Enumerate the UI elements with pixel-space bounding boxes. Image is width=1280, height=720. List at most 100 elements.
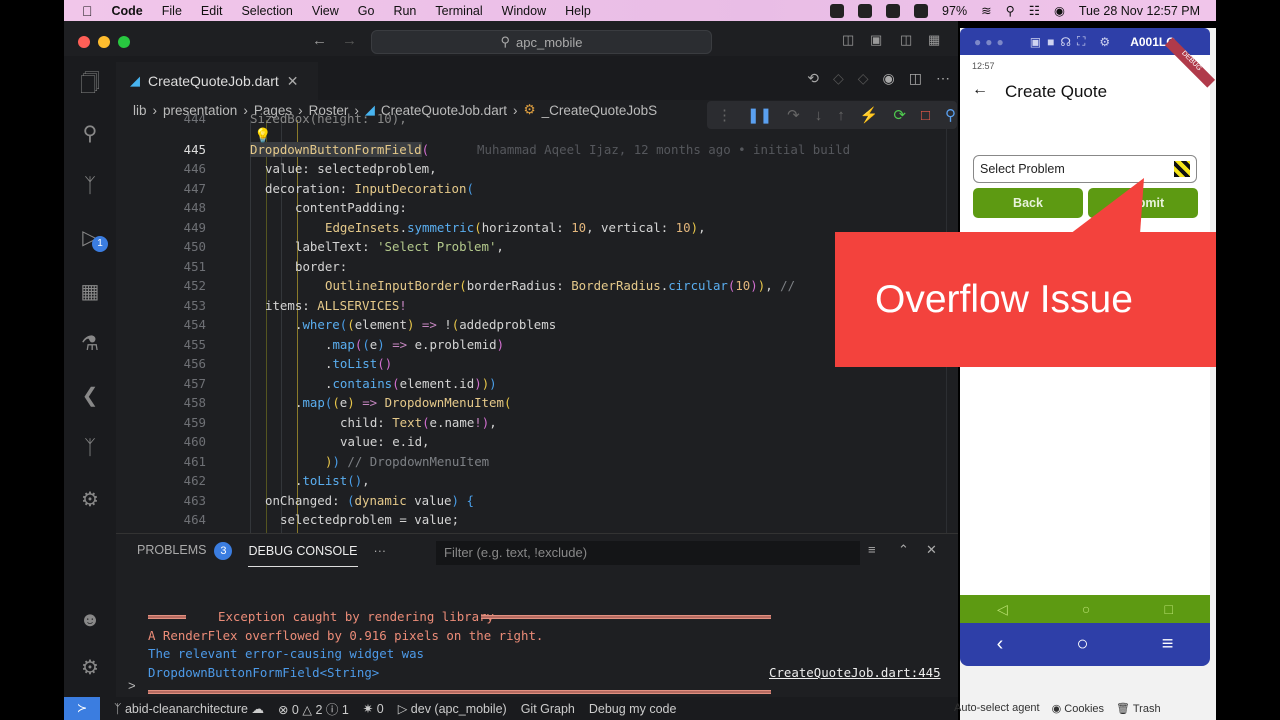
run-debug-icon[interactable]: ▷ 1 [78,226,108,252]
stop-icon[interactable]: □ [921,107,930,124]
code-line[interactable]: 445 DropdownButtonFormField(Muhammad Aqee… [116,140,946,160]
nav-back-icon[interactable]: ◁ [997,601,1008,618]
input-source-icon[interactable] [914,3,929,18]
remote-explorer-icon[interactable]: ⚙ [78,488,102,512]
source-link[interactable]: CreateQuoteJob.dart:445 [769,664,941,682]
menu-app-name[interactable]: Code [112,4,143,18]
system-back-icon[interactable]: ‹ [997,633,1004,656]
git-graph-button[interactable]: Git Graph [521,702,575,716]
menu-help[interactable]: Help [565,4,591,18]
system-home-icon[interactable]: ○ [1076,633,1088,656]
clock[interactable]: Tue 28 Nov 12:57 PM [1079,4,1200,18]
code-line[interactable]: 460 value: e.id, [116,432,946,452]
code-line[interactable]: 456 .toList() [116,354,946,374]
menu-selection[interactable]: Selection [241,4,292,18]
code-line[interactable]: 451 border: [116,257,946,277]
back-arrow-icon[interactable]: ← [972,81,988,99]
record-screen-icon[interactable]: ■ [1047,35,1054,49]
tab-problems[interactable]: PROBLEMS 3 [137,542,233,560]
emulator-window-controls[interactable]: ●●● [974,35,1008,49]
explorer-icon[interactable]: 🗍 [78,72,102,96]
close-window-button[interactable] [78,36,90,48]
cookies-button[interactable]: ◉ Cookies [1052,702,1104,715]
next-change-icon[interactable]: ◇ [858,70,869,87]
code-line[interactable]: 461)) // DropdownMenuItem [116,452,946,472]
code-line[interactable]: 458 .map((e) => DropdownMenuItem( [116,393,946,413]
debug-my-code-button[interactable]: Debug my code [589,702,677,716]
toggle-panel-icon[interactable]: ▣ [870,32,882,48]
control-center-icon[interactable]: ☷ [1029,3,1040,18]
git-graph-icon[interactable]: ᛉ [78,436,102,460]
code-line[interactable]: 462 .toList(), [116,471,946,491]
search-icon[interactable]: ⚲ [78,122,102,146]
minimize-window-button[interactable] [98,36,110,48]
console-prompt[interactable]: > [128,678,136,693]
hot-restart-icon[interactable]: ⟳ [893,106,906,124]
code-line[interactable]: 452 OutlineInputBorder(borderRadius: Bord… [116,276,946,296]
menu-file[interactable]: File [162,4,182,18]
flutter-outline-icon[interactable]: ◉ [883,70,895,87]
tab-debug-console[interactable]: DEBUG CONSOLE [248,536,358,567]
menu-view[interactable]: View [312,4,339,18]
code-line[interactable]: 449 EdgeInsets.symmetric(horizontal: 10, … [116,218,946,238]
extensions-icon[interactable]: ▦ [78,280,102,304]
toggle-sidebar-icon[interactable]: ◫ [842,32,854,48]
pause-icon[interactable]: ❚❚ [747,106,772,124]
command-center-search[interactable]: ⚲ apc_mobile [371,30,712,54]
git-branch[interactable]: ᛉ abid-cleanarchitecture ☁ [114,701,264,716]
code-line[interactable]: 450 labelText: 'Select Problem', [116,237,946,257]
code-line[interactable]: 447 decoration: InputDecoration( [116,179,946,199]
close-panel-icon[interactable]: ✕ [926,542,937,558]
siri-icon[interactable]: ◉ [1054,3,1065,18]
back-arrow-icon[interactable]: ← [312,32,327,49]
spotlight-icon[interactable]: ⚲ [1006,3,1015,18]
menu-go[interactable]: Go [358,4,375,18]
status-problems[interactable]: ⊗ 0 △ 2 ⓘ 1 [278,699,349,718]
creative-cloud-icon[interactable] [886,3,901,18]
fullscreen-icon[interactable]: ⛶ [1077,34,1085,49]
nav-recents-icon[interactable]: □ [1164,601,1172,617]
battery-percent[interactable]: 97% [942,4,967,18]
forward-arrow-icon[interactable]: → [342,32,357,49]
flutter-icon[interactable]: ❮ [78,384,102,408]
step-into-icon[interactable]: ↓ [815,107,823,124]
screenshot-icon[interactable]: ▣ [1030,35,1041,49]
code-line[interactable]: 463 onChanged: (dynamic value) { [116,491,946,511]
menu-edit[interactable]: Edit [201,4,223,18]
open-changes-icon[interactable]: ⟲ [807,70,819,87]
previous-change-icon[interactable]: ◇ [833,70,844,87]
code-line[interactable]: 454 .where((element) => !(addedproblems [116,315,946,335]
console-filter-input[interactable]: Filter (e.g. text, !exclude) [436,541,860,565]
menu-window[interactable]: Window [502,4,546,18]
toggle-secondary-sidebar-icon[interactable]: ◫ [900,32,912,48]
maximize-window-button[interactable] [118,36,130,48]
customize-layout-icon[interactable]: ▦ [928,32,940,48]
step-out-icon[interactable]: ↑ [837,107,845,124]
split-editor-icon[interactable]: ◫ [909,70,922,87]
more-actions-icon[interactable]: ⋯ [936,70,950,87]
more-tabs-icon[interactable]: ··· [374,544,387,558]
hot-reload-icon[interactable]: ⚡ [860,106,879,124]
menu-terminal[interactable]: Terminal [435,4,482,18]
auto-select-agent[interactable]: Auto-select agent [954,702,1040,714]
record-icon[interactable] [830,3,845,18]
close-tab-icon[interactable]: ✕ [287,73,299,90]
menu-run[interactable]: Run [393,4,416,18]
ports-status[interactable]: ✷ 0 [363,701,384,716]
code-editor[interactable]: 💡 444 SizedBox(height: 10), 445 DropdownBut… [116,111,958,547]
tab-createquotejob[interactable]: ◢ CreateQuoteJob.dart ✕ [116,62,318,100]
testing-icon[interactable]: ⚗ [78,332,102,356]
emulator-settings-icon[interactable]: ⚙ [1099,35,1110,49]
step-over-icon[interactable]: ↷ [787,106,800,124]
apple-menu-icon[interactable]:  [82,3,93,19]
code-line[interactable]: 464 selectedproblem = value; [116,510,946,530]
code-line[interactable]: 446 value: selectedproblem, [116,159,946,179]
remote-indicator-icon[interactable]: ≻ [64,697,100,720]
audio-icon[interactable]: ☊ [1060,35,1071,49]
wifi-icon[interactable]: ≋ [981,3,991,18]
code-line[interactable]: 459 child: Text(e.name!), [116,413,946,433]
code-line[interactable]: 448 contentPadding: [116,198,946,218]
code-line[interactable]: 453 items: ALLSERVICES! [116,296,946,316]
clear-console-icon[interactable]: ≡ [868,542,876,557]
code-line[interactable]: 455 .map((e) => e.problemid) [116,335,946,355]
